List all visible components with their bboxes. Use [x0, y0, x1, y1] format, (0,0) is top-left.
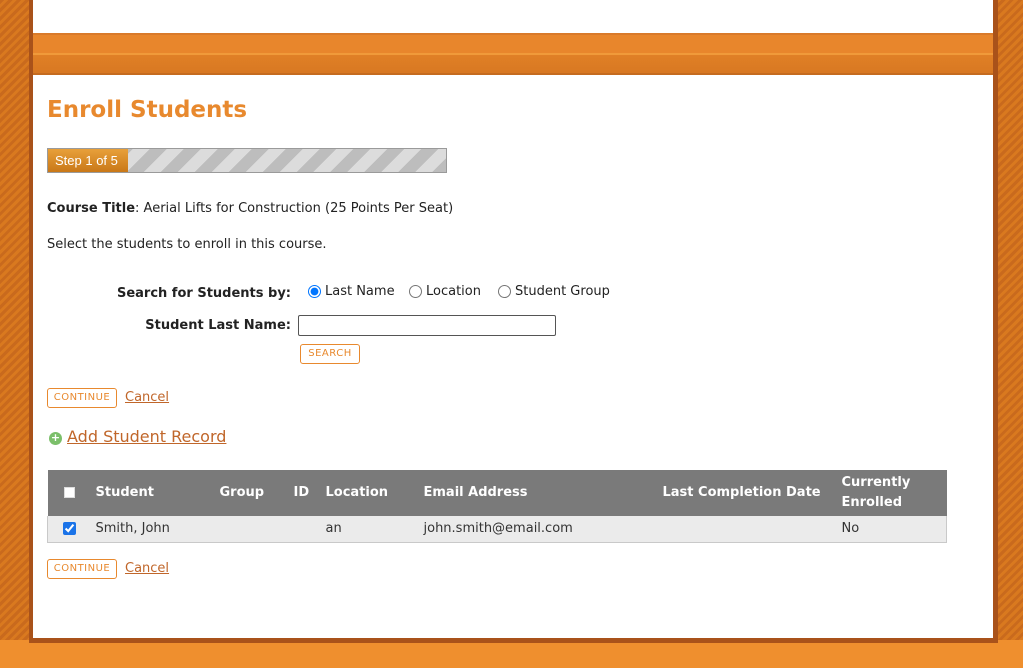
row-select-checkbox[interactable]: [63, 522, 77, 536]
radio-location[interactable]: Location: [409, 284, 481, 299]
column-header-group[interactable]: Group: [215, 470, 290, 516]
instructions-text: Select the students to enroll in this co…: [47, 237, 327, 252]
column-header-currently-enrolled[interactable]: Currently Enrolled: [837, 470, 947, 516]
last-name-label: Student Last Name:: [145, 318, 291, 333]
cell-currently-enrolled: No: [837, 516, 947, 543]
row-select-cell[interactable]: [47, 516, 92, 543]
cell-last-completion: [658, 516, 838, 543]
column-header-email[interactable]: Email Address: [419, 470, 659, 516]
cancel-link-bottom[interactable]: Cancel: [125, 561, 169, 576]
cell-location: an: [321, 516, 420, 543]
last-name-input[interactable]: [298, 315, 556, 336]
add-plus-icon: +: [49, 431, 62, 445]
radio-student-group-input[interactable]: [498, 285, 511, 298]
column-header-location[interactable]: Location: [321, 470, 420, 516]
add-student-record-link[interactable]: Add Student Record: [67, 427, 226, 446]
column-header-id[interactable]: ID: [289, 470, 322, 516]
radio-location-input[interactable]: [409, 285, 422, 298]
course-title-line: Course Title: Aerial Lifts for Construct…: [47, 201, 454, 216]
cell-id: [289, 516, 322, 543]
cell-group: [215, 516, 290, 543]
step-progress-bar: Step 1 of 5: [47, 148, 447, 173]
cell-student: Smith, John: [91, 516, 216, 543]
content-area: Enroll Students Step 1 of 5 Course Title…: [33, 0, 993, 638]
table-row: Smith, John an john.smith@email.com No: [47, 516, 947, 543]
footer-band: [0, 640, 1023, 668]
radio-student-group-label: Student Group: [515, 284, 610, 299]
page-title: Enroll Students: [47, 97, 248, 123]
search-by-label: Search for Students by:: [116, 286, 291, 301]
cancel-link-top[interactable]: Cancel: [125, 390, 169, 405]
radio-last-name-label: Last Name: [325, 284, 395, 299]
step-progress-fill: Step 1 of 5: [48, 149, 128, 172]
course-title-label: Course Title: [47, 201, 136, 216]
column-header-last-completion[interactable]: Last Completion Date: [658, 470, 838, 516]
course-title-value: Aerial Lifts for Construction (25 Points…: [143, 201, 454, 216]
search-button[interactable]: SEARCH: [300, 344, 360, 364]
radio-last-name-input[interactable]: [308, 285, 321, 298]
continue-button-bottom[interactable]: CONTINUE: [47, 559, 117, 579]
radio-last-name[interactable]: Last Name: [308, 284, 395, 299]
radio-student-group[interactable]: Student Group: [498, 284, 610, 299]
students-table: Student Group ID Location Email Address …: [47, 470, 947, 543]
table-header-row: Student Group ID Location Email Address …: [47, 470, 947, 516]
header-select-all[interactable]: [47, 470, 92, 516]
column-header-student[interactable]: Student: [91, 470, 216, 516]
cell-email: john.smith@email.com: [419, 516, 659, 543]
select-all-checkbox[interactable]: [64, 487, 75, 498]
radio-location-label: Location: [426, 284, 481, 299]
continue-button-top[interactable]: CONTINUE: [47, 388, 117, 408]
header-banner: [33, 33, 993, 75]
